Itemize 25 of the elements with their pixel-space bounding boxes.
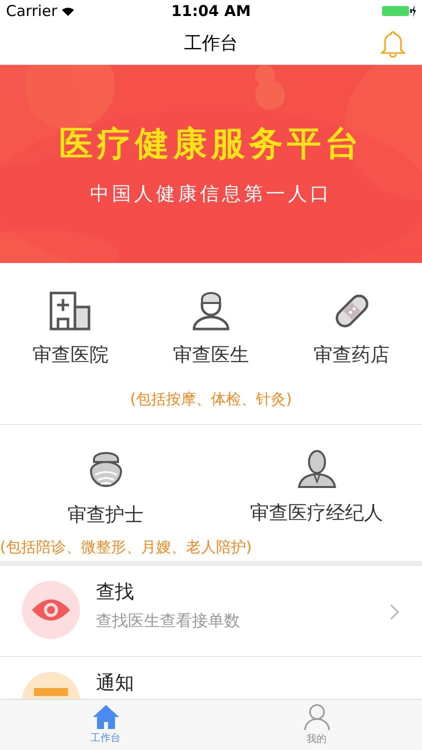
service-button[interactable]: 审查药店 bbox=[281, 291, 422, 370]
clock-time: 11:04 AM bbox=[171, 0, 251, 22]
hospital-icon bbox=[49, 291, 92, 331]
banner-subtitle: 中国人健康信息第一人口 bbox=[90, 182, 332, 208]
doctor-icon bbox=[190, 291, 232, 331]
bell-icon[interactable] bbox=[380, 30, 406, 58]
item-title: 查找 bbox=[96, 581, 135, 603]
list-item[interactable]: 查找 查找医生查看接单数 bbox=[0, 566, 422, 657]
wifi-icon bbox=[61, 6, 76, 16]
battery-icon bbox=[382, 5, 416, 17]
item-title: 通知 bbox=[96, 672, 135, 694]
banner-title: 医疗健康服务平台 bbox=[59, 123, 363, 166]
service-button[interactable]: 审查医疗经纪人 bbox=[211, 449, 422, 530]
person-icon bbox=[302, 703, 330, 731]
service-button[interactable]: 审查医院 bbox=[0, 291, 141, 370]
service-note: (包括陪诊、微整形、月嫂、老人陪护) bbox=[0, 536, 252, 558]
service-button[interactable]: 审查医生 bbox=[140, 291, 282, 370]
carrier-name: Carrier bbox=[6, 0, 58, 22]
home-icon bbox=[92, 704, 120, 730]
service-note: (包括按摩、体检、针灸) bbox=[130, 388, 292, 410]
service-button[interactable]: 审查护士 bbox=[0, 449, 211, 530]
page-title: 工作台 bbox=[184, 32, 238, 56]
person-icon bbox=[296, 449, 338, 489]
chevron-icon bbox=[390, 604, 400, 620]
item-subtitle: 查找医生查看接单数 bbox=[96, 610, 241, 632]
